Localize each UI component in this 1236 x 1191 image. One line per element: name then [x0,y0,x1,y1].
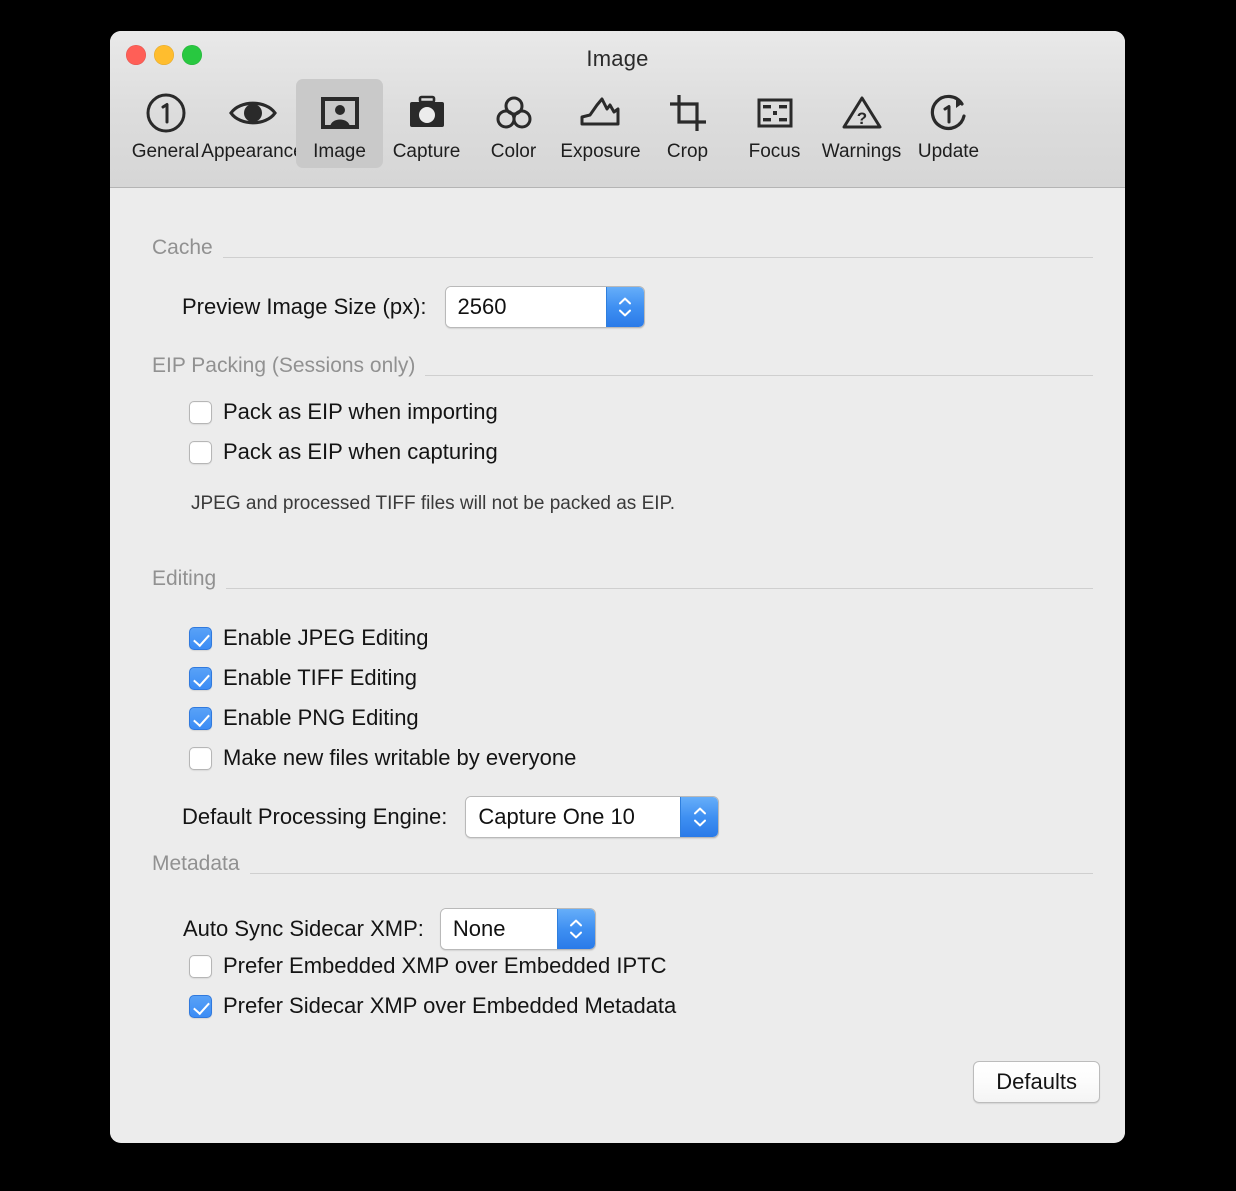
tab-crop[interactable]: Crop [644,79,731,168]
tab-focus-label: Focus [748,141,801,162]
default-processing-engine-combo[interactable]: Capture One 10 [465,796,720,838]
checkbox-box[interactable] [189,706,212,730]
svg-text:?: ? [856,109,866,128]
checkbox-prefer-sidecar-xmp[interactable]: Prefer Sidecar XMP over Embedded Metadat… [189,993,676,1019]
auto-sync-sidecar-xmp-label: Auto Sync Sidecar XMP: [183,916,424,941]
preview-image-size-stepper[interactable] [605,287,644,327]
preview-image-size-label: Preview Image Size (px): [182,294,427,319]
section-label-cache: Cache [152,236,213,259]
default-processing-engine-value[interactable]: Capture One 10 [466,797,681,837]
tab-warnings[interactable]: ? Warnings [818,79,905,168]
crop-marks-icon [665,87,711,139]
tab-color[interactable]: Color [470,79,557,168]
checkbox-box[interactable] [189,994,212,1018]
tab-focus[interactable]: Focus [731,79,818,168]
tab-crop-label: Crop [666,141,709,162]
section-label-metadata: Metadata [152,852,240,875]
tab-appearance[interactable]: Appearance [201,79,304,168]
preferences-content: Cache Preview Image Size (px): 2560 EIP … [110,188,1125,1142]
checkbox-prefer-embedded-xmp[interactable]: Prefer Embedded XMP over Embedded IPTC [189,953,666,979]
chevron-down-icon [693,819,706,827]
chevron-down-icon [619,309,632,317]
tab-exposure-label: Exposure [560,141,641,162]
tab-update-label: Update [917,141,980,162]
section-divider-eip-packing [425,374,1093,376]
preview-image-size-value[interactable]: 2560 [445,287,606,327]
preferences-toolbar: General Appearance Image Capture Color E… [122,79,1113,168]
auto-sync-sidecar-xmp-value[interactable]: None [440,909,557,949]
checkbox-box[interactable] [189,954,212,978]
eye-icon [227,87,279,139]
chevron-up-icon [619,297,632,305]
checkbox-box[interactable] [189,440,212,464]
tab-general-label: General [131,141,200,162]
tab-image-label: Image [313,141,366,162]
tab-capture[interactable]: Capture [383,79,470,168]
checkbox-box[interactable] [189,400,212,424]
tab-capture-label: Capture [392,141,461,162]
focus-grid-icon [752,87,798,139]
default-processing-engine-label: Default Processing Engine: [182,804,448,829]
camera-icon [404,87,450,139]
preview-image-size-row: Preview Image Size (px): 2560 [182,286,645,328]
portrait-photo-icon [317,87,363,139]
tab-general[interactable]: General [122,79,209,168]
checkbox-enable-jpeg-editing[interactable]: Enable JPEG Editing [189,625,428,651]
section-divider-cache [222,256,1093,258]
auto-sync-sidecar-xmp-stepper[interactable] [556,909,595,949]
histogram-curve-icon [576,87,626,139]
tab-color-label: Color [490,141,537,162]
checkbox-make-new-files-writable[interactable]: Make new files writable by everyone [189,745,576,771]
checkbox-label: Enable JPEG Editing [223,625,429,650]
auto-sync-sidecar-xmp-combo[interactable]: None [439,908,596,950]
checkbox-box[interactable] [189,666,212,690]
window-titlebar: Image General Appearance Image Capture C… [110,31,1125,188]
window-title: Image [586,46,649,71]
checkbox-enable-png-editing[interactable]: Enable PNG Editing [189,705,419,731]
warning-triangle-question-icon: ? [838,87,886,139]
section-header-cache: Cache [152,236,1093,260]
three-circles-icon [491,87,537,139]
checkbox-label: Enable TIFF Editing [223,665,418,690]
section-header-editing: Editing [152,567,1093,591]
checkbox-pack-as-eip-importing[interactable]: Pack as EIP when importing [189,399,498,425]
checkbox-pack-as-eip-capturing[interactable]: Pack as EIP when capturing [189,439,498,465]
circled-number-one-icon [143,87,189,139]
section-header-metadata: Metadata [152,852,1093,876]
eip-packing-note: JPEG and processed TIFF files will not b… [191,493,676,514]
checkbox-enable-tiff-editing[interactable]: Enable TIFF Editing [189,665,417,691]
checkbox-box[interactable] [189,746,212,770]
chevron-down-icon [570,931,583,939]
tab-appearance-label: Appearance [201,141,304,162]
auto-sync-sidecar-xmp-row: Auto Sync Sidecar XMP: None [183,908,596,950]
section-divider-editing [226,587,1093,589]
checkbox-label: Pack as EIP when importing [223,399,498,424]
preferences-window: Image General Appearance Image Capture C… [110,31,1125,1143]
tab-update[interactable]: Update [905,79,992,168]
refresh-number-one-icon [926,87,972,139]
default-processing-engine-stepper[interactable] [680,797,719,837]
tab-exposure[interactable]: Exposure [557,79,644,168]
section-divider-metadata [249,872,1093,874]
chevron-up-icon [693,807,706,815]
checkbox-box[interactable] [189,626,212,650]
section-label-editing: Editing [152,567,217,590]
checkbox-label: Pack as EIP when capturing [223,439,498,464]
checkbox-label: Enable PNG Editing [223,705,419,730]
section-header-eip-packing: EIP Packing (Sessions only) [152,354,1093,378]
tab-image[interactable]: Image [296,79,383,168]
tab-warnings-label: Warnings [821,141,902,162]
checkbox-label: Prefer Embedded XMP over Embedded IPTC [223,953,667,978]
checkbox-label: Prefer Sidecar XMP over Embedded Metadat… [223,993,677,1018]
default-processing-engine-row: Default Processing Engine: Capture One 1… [182,796,720,838]
defaults-button[interactable]: Defaults [973,1061,1100,1103]
section-label-eip-packing: EIP Packing (Sessions only) [152,354,416,377]
chevron-up-icon [570,919,583,927]
preview-image-size-combo[interactable]: 2560 [444,286,645,328]
checkbox-label: Make new files writable by everyone [223,745,577,770]
